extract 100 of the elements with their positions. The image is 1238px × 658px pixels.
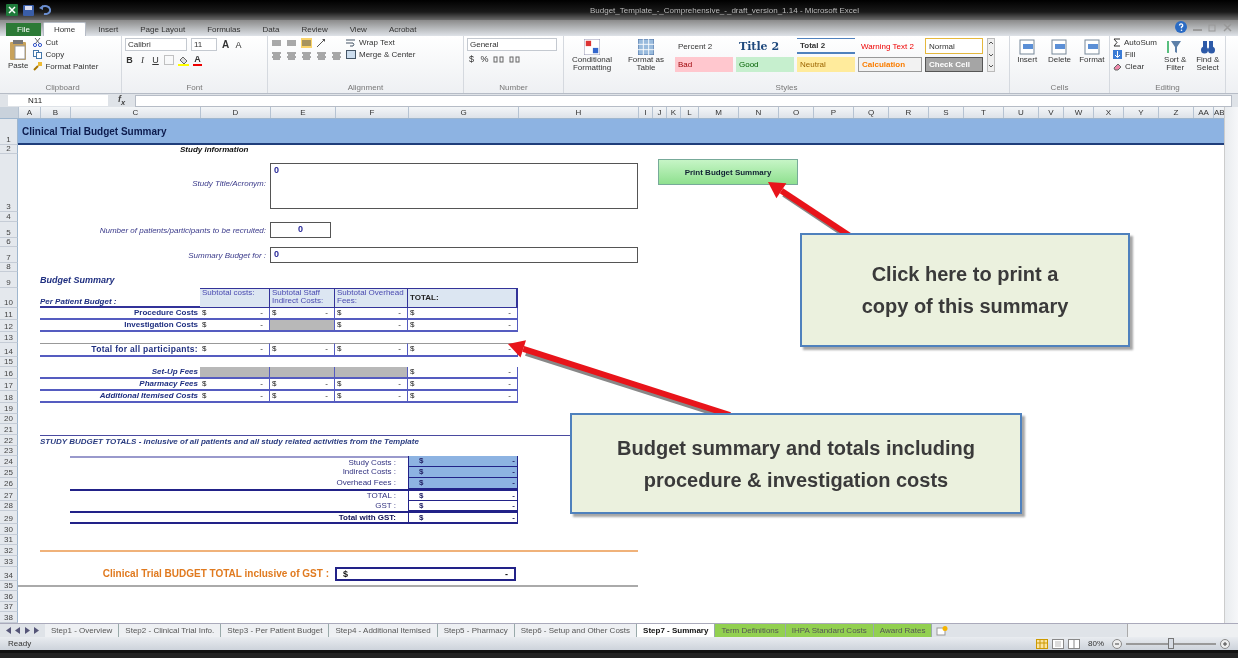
align-icon[interactable] (301, 51, 312, 61)
column-header[interactable]: AA (1193, 107, 1213, 118)
cell-style[interactable]: Neutral (797, 57, 855, 72)
cell-style[interactable]: Warning Text 2 (858, 38, 922, 54)
new-sheet-icon[interactable] (936, 625, 949, 636)
ribbon-tab[interactable]: View (339, 23, 377, 36)
row-header[interactable]: 14 (0, 343, 18, 357)
percent-button[interactable]: % (480, 54, 489, 64)
row-header[interactable]: 10 (0, 288, 18, 308)
cell-style[interactable]: Percent 2 (675, 38, 733, 54)
row-header[interactable]: 25 (0, 467, 18, 478)
cells-button[interactable]: Insert (1013, 38, 1042, 65)
align-icon[interactable] (286, 38, 297, 48)
ribbon-tab[interactable]: Acrobat (378, 23, 427, 36)
row-header[interactable]: 5 (0, 222, 18, 238)
sheet-tab[interactable]: Step2 - Clinical Trial Info. (119, 624, 222, 637)
align-icon[interactable] (271, 38, 282, 48)
ribbon-tab[interactable]: Home (42, 22, 87, 36)
row-header[interactable]: 16 (0, 367, 18, 379)
format-painter-button[interactable]: Format Painter (33, 62, 99, 71)
column-header[interactable]: J (652, 107, 666, 118)
column-header[interactable]: G (408, 107, 518, 118)
cell-style[interactable]: Normal (925, 38, 983, 54)
border-icon[interactable] (164, 55, 174, 65)
align-icon[interactable] (301, 38, 312, 48)
wrap-text-button[interactable]: Wrap Text (346, 38, 416, 47)
column-header[interactable]: K (666, 107, 680, 118)
font-color-button[interactable]: A (193, 54, 202, 66)
column-header[interactable]: X (1093, 107, 1123, 118)
ribbon-tab[interactable]: Page Layout (130, 23, 196, 36)
column-header[interactable]: M (698, 107, 738, 118)
study-title-field[interactable]: 0 (270, 163, 638, 209)
row-header[interactable]: 13 (0, 332, 18, 343)
zoom-out-icon[interactable] (1112, 638, 1122, 649)
merge-center-button[interactable]: Merge & Center (346, 50, 416, 59)
row-header[interactable]: 3 (0, 154, 18, 212)
bold-button[interactable]: B (125, 55, 134, 65)
column-header[interactable]: B (40, 107, 70, 118)
page-break-icon[interactable] (1068, 638, 1080, 649)
column-header[interactable]: W (1063, 107, 1093, 118)
sheet-tab[interactable]: Award Rates (873, 624, 933, 637)
column-header[interactable]: O (778, 107, 813, 118)
row-header[interactable]: 19 (0, 403, 18, 414)
insert-function-button[interactable]: f$_{x}$ (112, 94, 132, 107)
row-header[interactable]: 32 (0, 545, 18, 556)
page-layout-icon[interactable] (1052, 638, 1064, 649)
cell-style[interactable]: Good (736, 57, 794, 72)
ribbon-tab[interactable]: File (6, 23, 41, 36)
paste-button[interactable]: Paste (7, 38, 30, 71)
help-icon[interactable] (1175, 21, 1187, 33)
clear-button[interactable]: Clear (1113, 62, 1157, 71)
name-box[interactable]: N11 (8, 95, 108, 106)
sheet-tab[interactable]: Step3 - Per Patient Budget (221, 624, 330, 637)
row-header[interactable]: 21 (0, 424, 18, 435)
column-header[interactable]: A (18, 107, 40, 118)
sheet-tab[interactable]: Step1 - Overview (45, 624, 120, 637)
column-header[interactable]: U (1003, 107, 1038, 118)
row-header[interactable]: 9 (0, 272, 18, 288)
row-header[interactable]: 12 (0, 320, 18, 332)
column-header[interactable]: Y (1123, 107, 1158, 118)
number-format-field[interactable]: General (467, 38, 557, 51)
column-header[interactable]: I (638, 107, 652, 118)
row-header[interactable]: 17 (0, 379, 18, 391)
undo-icon[interactable] (39, 5, 51, 15)
conditional-formatting-button[interactable]: Conditional Formatting (567, 38, 617, 73)
column-header[interactable]: R (888, 107, 928, 118)
column-header[interactable]: V (1038, 107, 1063, 118)
column-header[interactable]: F (335, 107, 408, 118)
row-header[interactable]: 29 (0, 511, 18, 525)
column-header[interactable]: Z (1158, 107, 1193, 118)
grow-font-button[interactable]: A (221, 39, 230, 50)
copy-button[interactable]: Copy (33, 50, 99, 59)
row-header[interactable]: 7 (0, 247, 18, 263)
cells-button[interactable]: Format (1077, 38, 1106, 65)
sheet-tab[interactable]: Step7 - Summary (637, 624, 716, 637)
column-header[interactable]: P (813, 107, 853, 118)
row-header[interactable]: 22 (0, 434, 18, 446)
cell-style[interactable]: Total 2 (797, 38, 855, 54)
row-header[interactable]: 24 (0, 456, 18, 468)
column-header[interactable]: N (738, 107, 778, 118)
font-size-field[interactable]: 11 (191, 38, 217, 51)
zoom-in-icon[interactable] (1220, 638, 1230, 649)
cell-style[interactable]: Title 2 (736, 38, 794, 54)
row-header[interactable]: 11 (0, 308, 18, 320)
align-icon[interactable] (286, 51, 297, 61)
align-icon[interactable] (331, 51, 342, 61)
cell-style[interactable]: Bad (675, 57, 733, 72)
cut-button[interactable]: Cut (33, 38, 99, 47)
ribbon-tab[interactable]: Data (252, 23, 290, 36)
sheet-tab[interactable]: Step5 - Pharmacy (437, 624, 515, 637)
column-header[interactable]: Q (853, 107, 888, 118)
sheet-tab[interactable]: IHPA Standard Costs (785, 624, 874, 637)
fill-button[interactable]: Fill (1113, 50, 1157, 59)
normal-view-icon[interactable] (1036, 638, 1048, 649)
close-icon[interactable] (1223, 22, 1232, 32)
sheet-tab[interactable]: Step4 - Additional Itemised (329, 624, 438, 637)
font-family-field[interactable]: Calibri (125, 38, 187, 51)
row-header[interactable]: 18 (0, 391, 18, 403)
print-budget-summary-button[interactable]: Print Budget Summary (658, 159, 798, 185)
scroll-arrows-icon[interactable] (987, 38, 995, 72)
